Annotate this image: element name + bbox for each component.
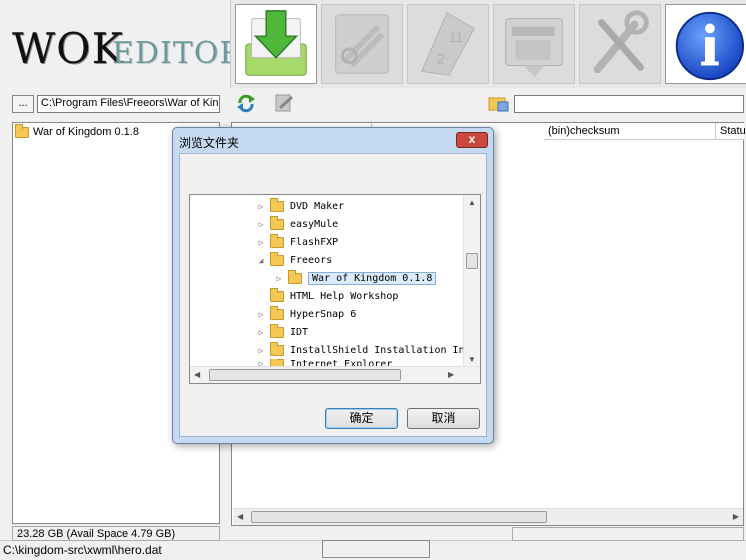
refresh-button[interactable] bbox=[234, 92, 258, 114]
dialog-vertical-scrollbar[interactable]: ▲ ▼ bbox=[463, 195, 480, 367]
expand-arrow-icon[interactable]: ▷ bbox=[256, 220, 266, 229]
current-file-status: C:\kingdom-src\xwml\hero.dat bbox=[3, 543, 162, 557]
cancel-button[interactable]: 取消 bbox=[407, 408, 480, 429]
folder-label: easyMule bbox=[290, 218, 339, 230]
info-icon bbox=[675, 11, 745, 81]
path-input[interactable]: C:\Program Files\Freeors\War of Kingdom … bbox=[37, 95, 220, 113]
expand-arrow-icon[interactable]: ▷ bbox=[256, 346, 266, 355]
film-clapper-icon bbox=[505, 18, 563, 78]
folder-row[interactable]: ▷ FlashFXP bbox=[256, 233, 338, 251]
scroll-left-icon[interactable]: ◀ bbox=[194, 370, 200, 379]
logo-editor: EDITOR bbox=[112, 36, 243, 71]
folder-icon bbox=[270, 305, 284, 320]
folder-icon bbox=[270, 215, 284, 230]
folder-config-button[interactable] bbox=[486, 92, 510, 114]
folder-row[interactable]: HTML Help Workshop bbox=[256, 287, 398, 305]
tree-root-label: War of Kingdom 0.1.8 bbox=[33, 126, 139, 138]
scroll-thumb[interactable] bbox=[209, 369, 401, 381]
edit-document-icon bbox=[275, 94, 294, 112]
folder-row[interactable]: ▷ DVD Maker bbox=[256, 197, 344, 215]
expand-arrow-icon[interactable]: ▷ bbox=[256, 310, 266, 319]
expand-arrow-icon[interactable]: ▷ bbox=[274, 274, 284, 283]
close-icon: x bbox=[468, 132, 476, 146]
info-button[interactable] bbox=[665, 4, 746, 84]
scroll-up-icon[interactable]: ▲ bbox=[468, 198, 476, 207]
refresh-icon bbox=[237, 94, 255, 113]
folder-label: War of Kingdom 0.1.8 bbox=[308, 271, 437, 285]
dialog-body: ▷ DVD Maker ▷ easyMule ▷ FlashFXP ◢ Free… bbox=[179, 153, 487, 437]
scroll-left-icon[interactable]: ◀ bbox=[237, 512, 243, 521]
folder-gear-icon bbox=[488, 97, 509, 112]
scroll-right-icon[interactable]: ▶ bbox=[448, 370, 454, 379]
dialog-horizontal-scrollbar[interactable]: ◀ ▶ bbox=[190, 366, 480, 383]
dialog-close-button[interactable]: x bbox=[456, 132, 488, 148]
app-logo: WOK EDITOR bbox=[0, 0, 242, 88]
right-path-field[interactable] bbox=[514, 95, 744, 113]
expand-arrow-icon[interactable]: ▷ bbox=[256, 238, 266, 247]
svg-text:11: 11 bbox=[449, 30, 463, 45]
status-cell bbox=[322, 540, 430, 558]
download-arrow-icon bbox=[245, 10, 307, 76]
collapse-arrow-icon[interactable]: ◢ bbox=[256, 256, 266, 265]
scroll-thumb[interactable] bbox=[466, 253, 478, 269]
ok-button[interactable]: 确定 bbox=[325, 408, 398, 429]
browse-folder-dialog: 浏览文件夹 x ▷ DVD Maker ▷ easyMule ▷ FlashFX… bbox=[172, 127, 494, 444]
folder-row[interactable]: ▷ InstallShield Installation Information bbox=[256, 341, 480, 359]
folder-row-selected[interactable]: ▷ War of Kingdom 0.1.8 bbox=[274, 269, 437, 287]
folder-label: DVD Maker bbox=[290, 200, 345, 212]
folder-label: Freeors bbox=[290, 254, 333, 266]
dialog-folder-tree[interactable]: ▷ DVD Maker ▷ easyMule ▷ FlashFXP ◢ Free… bbox=[189, 194, 481, 384]
column-header-status[interactable]: Status bbox=[716, 123, 746, 140]
folder-icon bbox=[270, 233, 284, 248]
tools-button[interactable] bbox=[321, 4, 403, 84]
folder-row[interactable]: ▷ HyperSnap 6 bbox=[256, 305, 356, 323]
settings-button[interactable] bbox=[579, 4, 661, 84]
dialog-title: 浏览文件夹 bbox=[179, 136, 240, 150]
folder-row[interactable]: ▷ IDT bbox=[256, 323, 308, 341]
disk-space-status: 23.28 GB (Avail Space 4.79 GB) bbox=[12, 526, 220, 541]
tree-root-item[interactable]: War of Kingdom 0.1.8 bbox=[15, 123, 139, 138]
folder-label: FlashFXP bbox=[290, 236, 339, 248]
folder-row[interactable]: ◢ Freeors bbox=[256, 251, 332, 269]
folder-icon bbox=[288, 269, 302, 284]
wrench-tools-icon bbox=[335, 14, 389, 74]
import-button[interactable] bbox=[235, 4, 317, 84]
folder-label: InstallShield Installation Information bbox=[290, 344, 480, 356]
browse-button[interactable]: ... bbox=[12, 95, 34, 113]
status-panel-right bbox=[512, 527, 744, 541]
folder-icon bbox=[270, 287, 284, 302]
expand-arrow-icon[interactable]: ▷ bbox=[256, 328, 266, 337]
scroll-thumb[interactable] bbox=[251, 511, 547, 523]
folder-icon bbox=[270, 251, 284, 266]
svg-text:2: 2 bbox=[437, 52, 445, 67]
column-header-checksum[interactable]: (bin)checksum bbox=[544, 123, 716, 140]
wrench-screwdriver-icon bbox=[593, 10, 649, 74]
folder-label: IDT bbox=[290, 326, 309, 338]
expand-arrow-icon[interactable]: ▷ bbox=[256, 202, 266, 211]
media-button[interactable] bbox=[493, 4, 575, 84]
scroll-down-icon[interactable]: ▼ bbox=[468, 355, 476, 364]
numbered-tags-icon: 11 2 bbox=[420, 12, 475, 76]
list-horizontal-scrollbar[interactable]: ◀ ▶ bbox=[233, 508, 743, 525]
logo-wok: WOK bbox=[12, 24, 124, 73]
folder-row[interactable]: ▷ easyMule bbox=[256, 215, 338, 233]
scroll-right-icon[interactable]: ▶ bbox=[733, 512, 739, 521]
edit-button[interactable] bbox=[272, 92, 296, 114]
folder-label: HTML Help Workshop bbox=[290, 290, 399, 302]
folder-icon bbox=[270, 197, 284, 212]
folder-icon bbox=[15, 123, 29, 138]
folder-label: HyperSnap 6 bbox=[290, 308, 357, 320]
folder-icon bbox=[270, 323, 284, 338]
numbers-button[interactable]: 11 2 bbox=[407, 4, 489, 84]
main-toolbar: 11 2 bbox=[230, 0, 746, 88]
folder-icon bbox=[270, 341, 284, 356]
